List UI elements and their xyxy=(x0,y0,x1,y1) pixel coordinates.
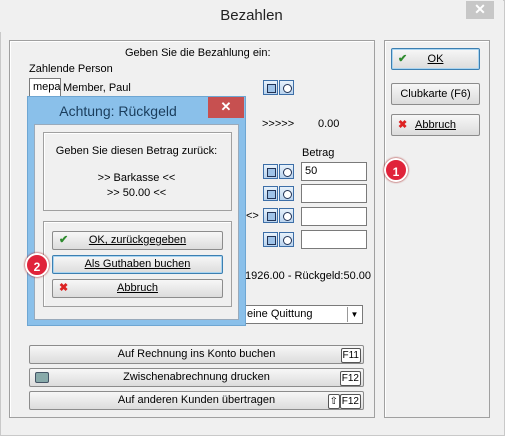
check-icon: ✔ xyxy=(398,53,408,65)
row2-list-icon[interactable] xyxy=(263,186,278,201)
change-dialog: Achtung: Rückgeld ✕ Geben Sie diesen Bet… xyxy=(27,96,246,326)
abbruch-label: Abbruch xyxy=(415,119,456,131)
row2-search-icon[interactable] xyxy=(279,186,294,201)
payer-search-icon[interactable] xyxy=(279,80,294,95)
row3-search-icon[interactable] xyxy=(279,208,294,223)
betrag-header: Betrag xyxy=(302,147,335,159)
receipt-select[interactable]: eine Quittung ▼ xyxy=(243,305,363,324)
clubkarte-button[interactable]: Clubkarte (F6) xyxy=(391,83,480,105)
row1-search-icon[interactable] xyxy=(279,164,294,179)
ok-label: OK xyxy=(427,53,444,65)
payer-list-icon[interactable] xyxy=(263,80,278,95)
f12-key: F12 xyxy=(339,371,361,386)
sum-value: 0.00 xyxy=(318,118,340,130)
interim-print-label: Zwischenabrechnung drucken xyxy=(123,371,270,383)
dialog-abbruch-button[interactable]: ✖ Abbruch xyxy=(52,279,223,298)
returned-ok-label: OK, zurückgegeben xyxy=(88,234,187,246)
dialog-close-button[interactable]: ✕ xyxy=(208,97,244,118)
transfer-customer-label: Auf anderen Kunden übertragen xyxy=(117,394,276,406)
f12-transfer-key: F12 xyxy=(339,394,361,409)
row1-list-icon[interactable] xyxy=(263,164,278,179)
dialog-cashbox-line: >> Barkasse << xyxy=(97,172,176,184)
abbruch-button[interactable]: ✖ Abbruch xyxy=(391,114,480,136)
printer-icon xyxy=(35,372,49,383)
step-badge-2: 2 xyxy=(25,253,49,277)
dialog-message: Geben Sie diesen Betrag zurück: xyxy=(55,145,218,157)
check-icon: ✔ xyxy=(59,234,69,246)
arrow-indicator: >>>>> xyxy=(262,118,295,130)
transfer-customer-button[interactable]: Auf anderen Kunden übertragen ⇧ F12 xyxy=(29,391,364,410)
account-booking-label: Auf Rechnung ins Konto buchen xyxy=(117,348,276,360)
mid-arrow: <> xyxy=(246,210,259,222)
row4-search-icon[interactable] xyxy=(279,232,294,247)
chevron-down-icon[interactable]: ▼ xyxy=(347,307,361,322)
receipt-select-value: eine Quittung xyxy=(247,308,313,320)
dialog-abbruch-label: Abbruch xyxy=(117,282,158,294)
f11-key: F11 xyxy=(340,348,361,363)
ok-button[interactable]: ✔ OK xyxy=(391,48,480,70)
betrag-field-1[interactable]: 50 xyxy=(301,162,367,181)
betrag-field-3[interactable] xyxy=(301,207,367,226)
window-title: Bezahlen xyxy=(220,7,283,24)
payment-summary: 1926.00 - Rückgeld:50.00 xyxy=(245,270,371,282)
window-close-button[interactable]: ✕ xyxy=(466,1,494,19)
account-booking-button[interactable]: Auf Rechnung ins Konto buchen F11 xyxy=(29,345,364,364)
dialog-amount-line: >> 50.00 << xyxy=(106,187,167,199)
payer-label: Zahlende Person xyxy=(29,63,113,75)
step-badge-1: 1 xyxy=(384,158,408,182)
payer-name: Member, Paul xyxy=(63,82,131,94)
cross-icon: ✖ xyxy=(398,119,408,131)
dialog-body: Geben Sie diesen Betrag zurück: >> Barka… xyxy=(34,124,239,320)
shift-icon: ⇧ xyxy=(327,394,340,409)
returned-ok-button[interactable]: ✔ OK, zurückgegeben xyxy=(52,231,223,250)
book-credit-button[interactable]: Als Guthaben buchen xyxy=(52,255,223,274)
payer-code-field[interactable]: mepa xyxy=(29,78,61,97)
interim-print-button[interactable]: Zwischenabrechnung drucken F12 xyxy=(29,368,364,387)
book-credit-label: Als Guthaben buchen xyxy=(84,258,191,270)
row4-list-icon[interactable] xyxy=(263,232,278,247)
payment-instruction: Geben Sie die Bezahlung ein: xyxy=(125,47,271,59)
dialog-title: Achtung: Rückgeld xyxy=(59,103,177,119)
betrag-field-2[interactable] xyxy=(301,184,367,203)
betrag-field-4[interactable] xyxy=(301,230,367,249)
row3-list-icon[interactable] xyxy=(263,208,278,223)
cross-icon: ✖ xyxy=(59,282,69,294)
